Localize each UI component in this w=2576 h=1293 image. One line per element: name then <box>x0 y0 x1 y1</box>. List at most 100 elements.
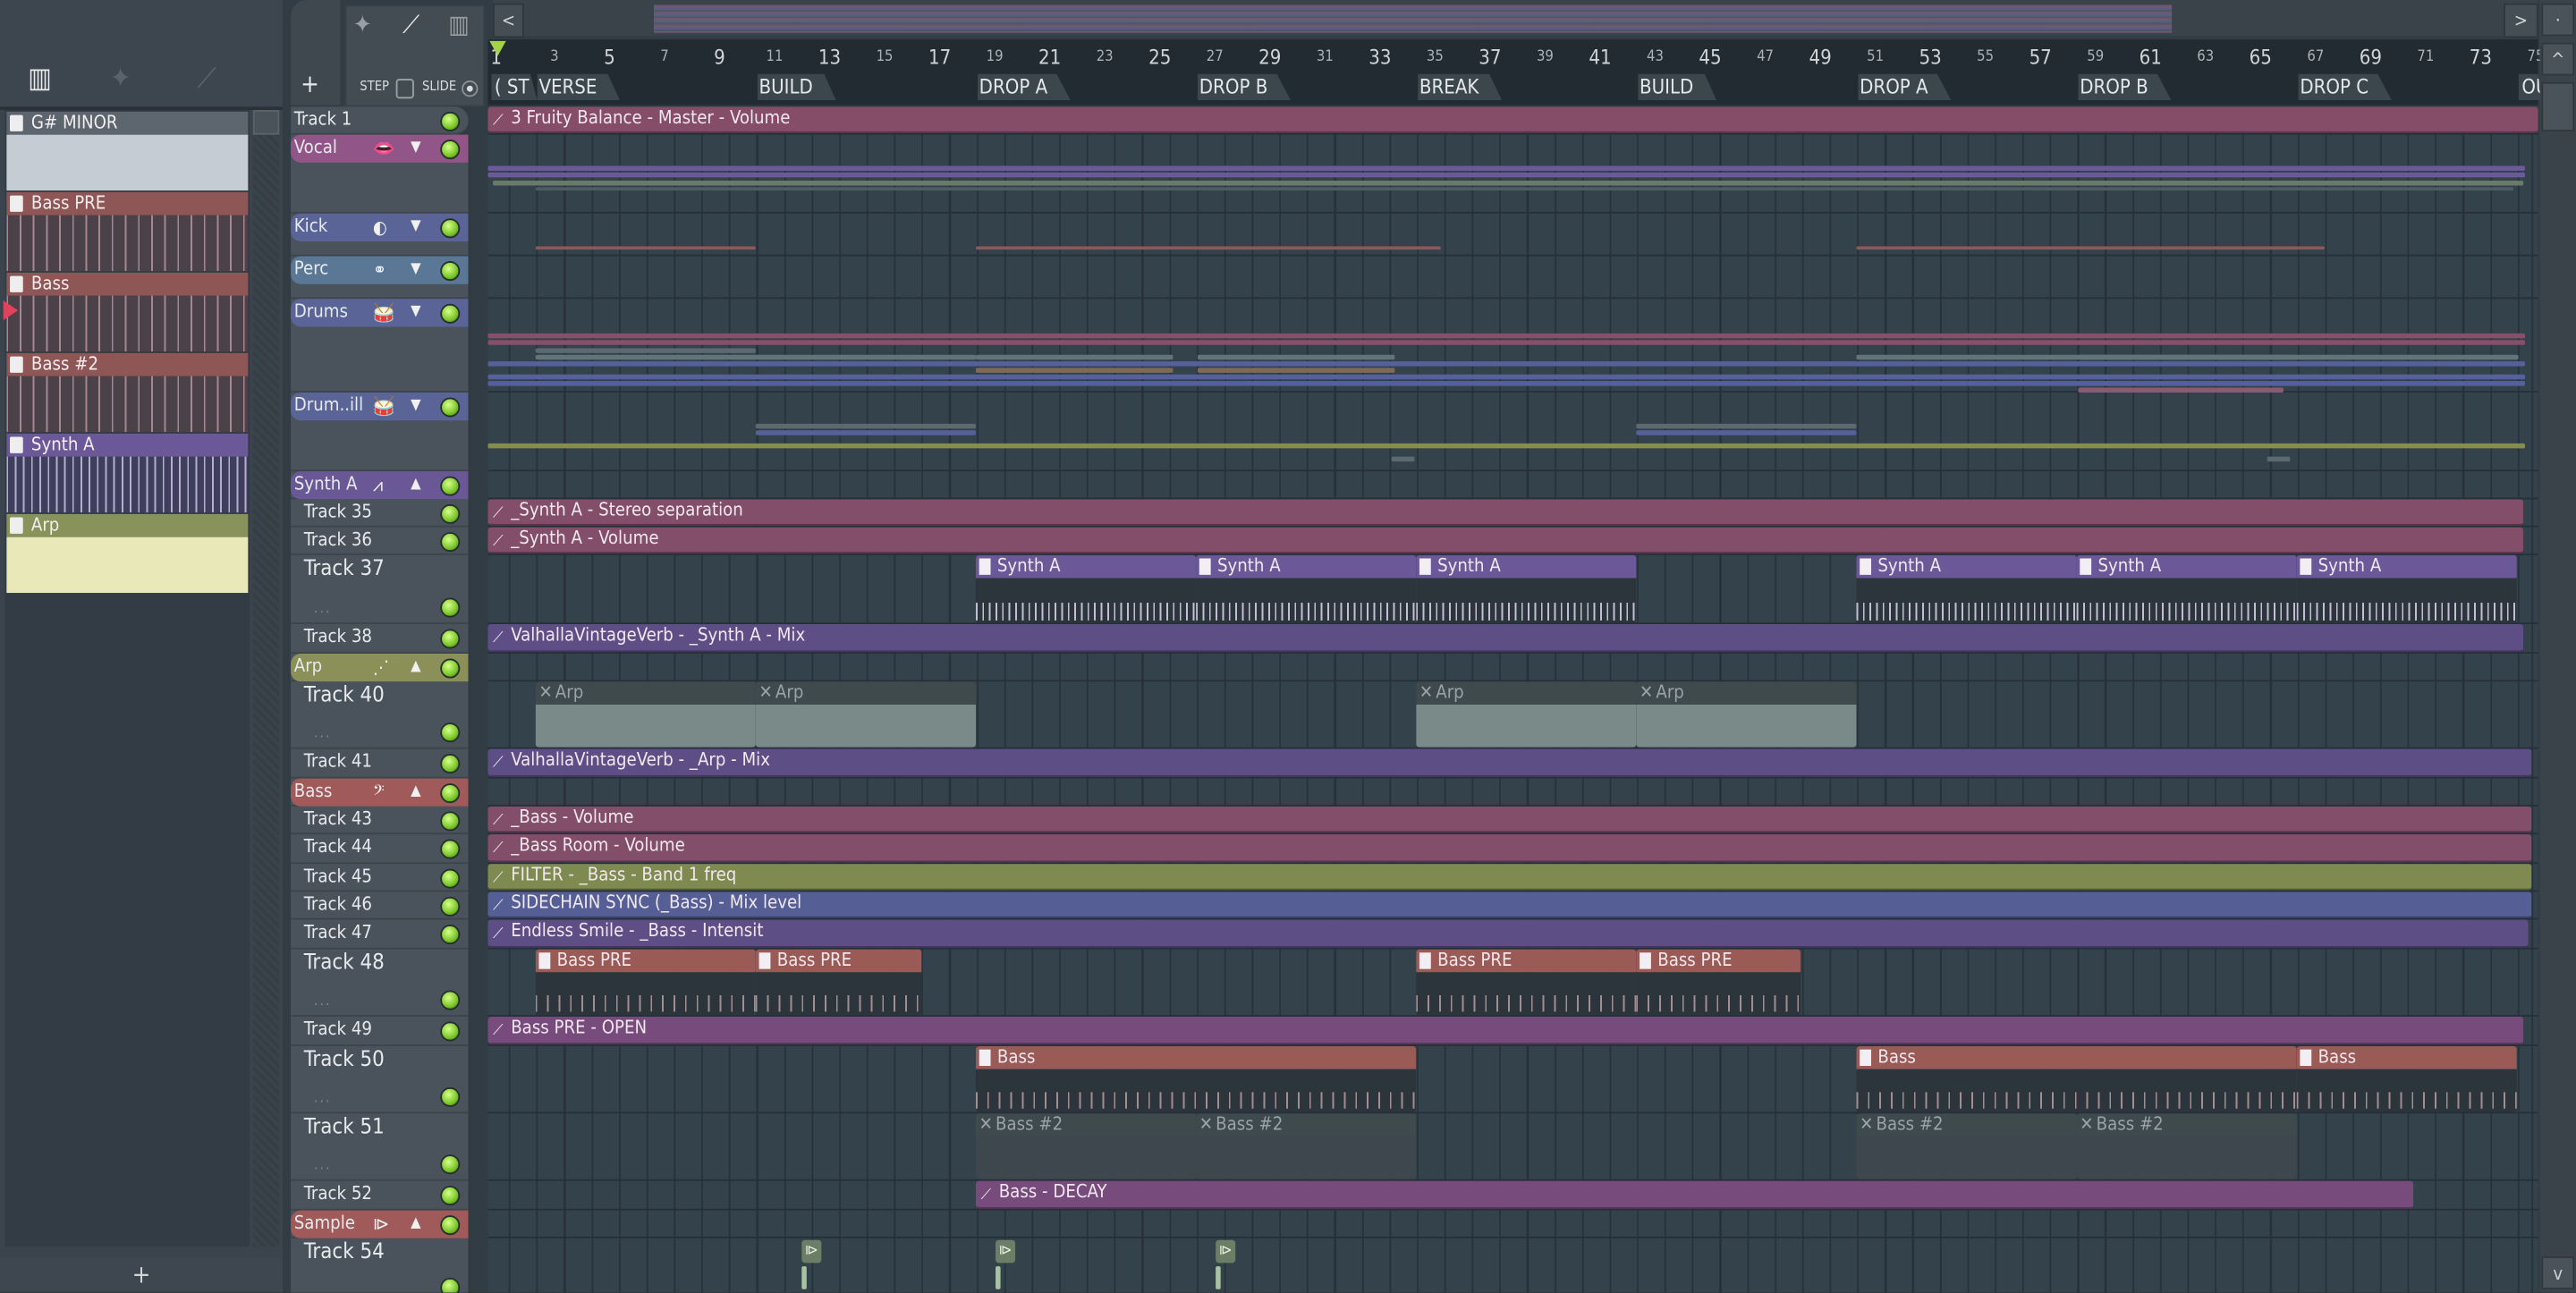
muted-pattern-clip[interactable]: ✕ Bass #2 <box>1856 1113 2077 1179</box>
track-header[interactable]: Track 43 <box>291 806 469 835</box>
piano-roll-icon[interactable]: ▥ <box>448 10 469 39</box>
pattern-clip[interactable]: Synth A <box>1856 554 2077 623</box>
automation-clip[interactable]: ⟋ FILTER - _Bass - Band 1 freq <box>487 864 2532 891</box>
compressed-clip[interactable] <box>2078 387 2284 393</box>
playhead-marker-icon[interactable] <box>489 40 506 56</box>
track-header[interactable]: 🥁 ▼ Drums <box>291 299 469 393</box>
track-mute-led[interactable] <box>440 1086 461 1107</box>
add-track-button[interactable]: + <box>301 69 319 98</box>
track-header[interactable]: Track 46 <box>291 892 469 920</box>
automation-clip[interactable]: ⟋ 3 Fruity Balance - Master - Volume <box>487 106 2538 133</box>
muted-pattern-clip[interactable]: ✕ Bass #2 <box>975 1113 1197 1179</box>
automation-icon[interactable]: ⟋ <box>197 63 216 96</box>
pattern-clip[interactable]: Synth A <box>1196 554 1417 623</box>
pattern-clip[interactable]: Synth A <box>975 554 1197 623</box>
track-header[interactable]: Track 37... <box>291 554 469 624</box>
track-header[interactable]: ⩘ ▲ Synth A <box>291 471 469 500</box>
collapse-up-icon[interactable]: ▲ <box>411 779 420 807</box>
audio-clip[interactable]: ⧐ <box>1216 1239 1236 1263</box>
track-mute-led[interactable] <box>440 111 461 131</box>
track-mute-led[interactable] <box>440 303 461 324</box>
scroll-left-button[interactable]: < <box>493 3 524 38</box>
track-more[interactable]: ... <box>314 601 332 617</box>
automation-clip[interactable]: ⟋ ValhallaVintageVerb - _Synth A - Mix <box>487 623 2524 653</box>
pattern-clip[interactable]: Bass PRE <box>1636 949 1801 1016</box>
track-mute-led[interactable] <box>440 139 461 160</box>
compressed-clip[interactable] <box>487 340 2526 345</box>
compressed-clip[interactable] <box>487 165 2526 172</box>
time-marker[interactable]: OU <box>2518 73 2542 101</box>
compressed-clip[interactable] <box>535 187 2514 191</box>
compressed-clip[interactable] <box>2078 354 2519 360</box>
track-header[interactable]: Track 35 <box>291 499 469 528</box>
track-header[interactable]: Track 38 <box>291 623 469 655</box>
audio-clip[interactable]: ⧐ <box>996 1239 1016 1263</box>
playlist-grid[interactable]: ⟋ 3 Fruity Balance - Master - Volume ⟋ _Syn… <box>487 106 2538 1293</box>
track-mute-led[interactable] <box>440 839 461 859</box>
compressed-clip[interactable] <box>1197 354 1395 360</box>
time-marker[interactable]: VERSE <box>537 73 621 101</box>
track-mute-led[interactable] <box>440 261 461 282</box>
track-mute-led[interactable] <box>440 629 461 649</box>
overview-viewport[interactable] <box>654 4 2173 33</box>
muted-pattern-clip[interactable]: ✕ Bass #2 <box>1196 1113 1417 1179</box>
muted-pattern-clip[interactable]: ✕ Arp <box>1416 681 1637 748</box>
track-mute-led[interactable] <box>440 990 461 1010</box>
compressed-clip[interactable] <box>487 374 2526 380</box>
scroll-up-button[interactable]: ^ <box>2541 42 2575 76</box>
track-header[interactable]: ◐ ▼ Kick <box>291 213 469 257</box>
track-header[interactable]: ⋰ ▲ Arp <box>291 654 469 682</box>
track-header[interactable]: Track 47 <box>291 919 469 950</box>
compressed-clip[interactable] <box>2267 456 2291 462</box>
time-marker[interactable]: DROP A <box>977 73 1071 101</box>
collapse-up-icon[interactable]: ▲ <box>411 654 420 681</box>
automation-clip[interactable]: ⟋ _Bass - Volume <box>487 806 2532 833</box>
collapse-down-icon[interactable]: ▼ <box>411 135 420 163</box>
timeline-ruler[interactable]: 1 3 5 7 9 11 13 15 17 19 21 23 25 27 29 31 33 35 37 39 41 43 4… <box>487 39 2544 106</box>
time-marker[interactable]: BREAK <box>1418 73 1503 101</box>
track-mute-led[interactable] <box>440 218 461 239</box>
compressed-clip[interactable] <box>487 381 2526 386</box>
add-pattern-button[interactable]: + <box>0 1257 283 1293</box>
automation-clip[interactable]: ⟋ SIDECHAIN SYNC (_Bass) - Mix level <box>487 892 2532 918</box>
pattern-item-header[interactable]: Bass PRE <box>6 191 249 216</box>
muted-pattern-clip[interactable]: ✕ Arp <box>535 681 756 748</box>
pattern-list-scrollbar[interactable] <box>252 110 280 1247</box>
compressed-clip[interactable] <box>535 348 756 353</box>
track-header[interactable]: Track 52 <box>291 1180 469 1211</box>
compressed-clip[interactable] <box>487 172 2526 178</box>
muted-pattern-clip[interactable]: ✕ Arp <box>755 681 976 748</box>
compressed-clip[interactable] <box>755 430 976 435</box>
scrollbar-menu-button[interactable]: · <box>2541 3 2575 37</box>
time-marker[interactable]: BUILD <box>757 73 836 101</box>
collapse-down-icon[interactable]: ▼ <box>411 299 420 326</box>
track-header[interactable]: 🥁 ▼ Drum..ill <box>291 392 469 472</box>
track-mute-led[interactable] <box>440 811 461 832</box>
pattern-item-header[interactable]: Synth A <box>6 433 249 457</box>
track-header[interactable]: Track 36 <box>291 527 469 555</box>
collapse-up-icon[interactable]: ▲ <box>411 1211 420 1238</box>
pattern-item[interactable]: Arp <box>6 513 249 594</box>
pattern-item[interactable]: Synth A <box>6 433 249 513</box>
collapse-down-icon[interactable]: ▼ <box>411 214 420 241</box>
compressed-clip[interactable] <box>487 443 2526 449</box>
track-mute-led[interactable] <box>440 397 461 418</box>
track-mute-led[interactable] <box>440 597 461 618</box>
compressed-clip[interactable] <box>535 246 756 250</box>
vertical-scrollbar[interactable]: · ^ v <box>2539 0 2576 1293</box>
audio-wave-icon[interactable]: ✦ <box>110 63 131 96</box>
compressed-clip[interactable] <box>975 368 1174 373</box>
track-more[interactable]: ... <box>314 993 332 1010</box>
track-header[interactable]: Track 1 <box>291 106 469 135</box>
compressed-clip[interactable] <box>493 181 2524 186</box>
track-header[interactable]: Track 49 <box>291 1016 469 1046</box>
time-marker[interactable]: BUILD <box>1638 73 1717 101</box>
track-more[interactable]: ... <box>314 726 332 742</box>
scrollbar-thumb[interactable] <box>252 110 280 135</box>
audio-clip[interactable]: ⧐ <box>801 1239 822 1263</box>
pattern-clip[interactable]: Bass <box>1856 1045 2297 1112</box>
compressed-clip[interactable] <box>975 354 1174 360</box>
muted-pattern-clip[interactable]: ✕ Arp <box>1636 681 1857 748</box>
compressed-clip[interactable] <box>535 354 976 360</box>
track-mute-led[interactable] <box>440 925 461 945</box>
